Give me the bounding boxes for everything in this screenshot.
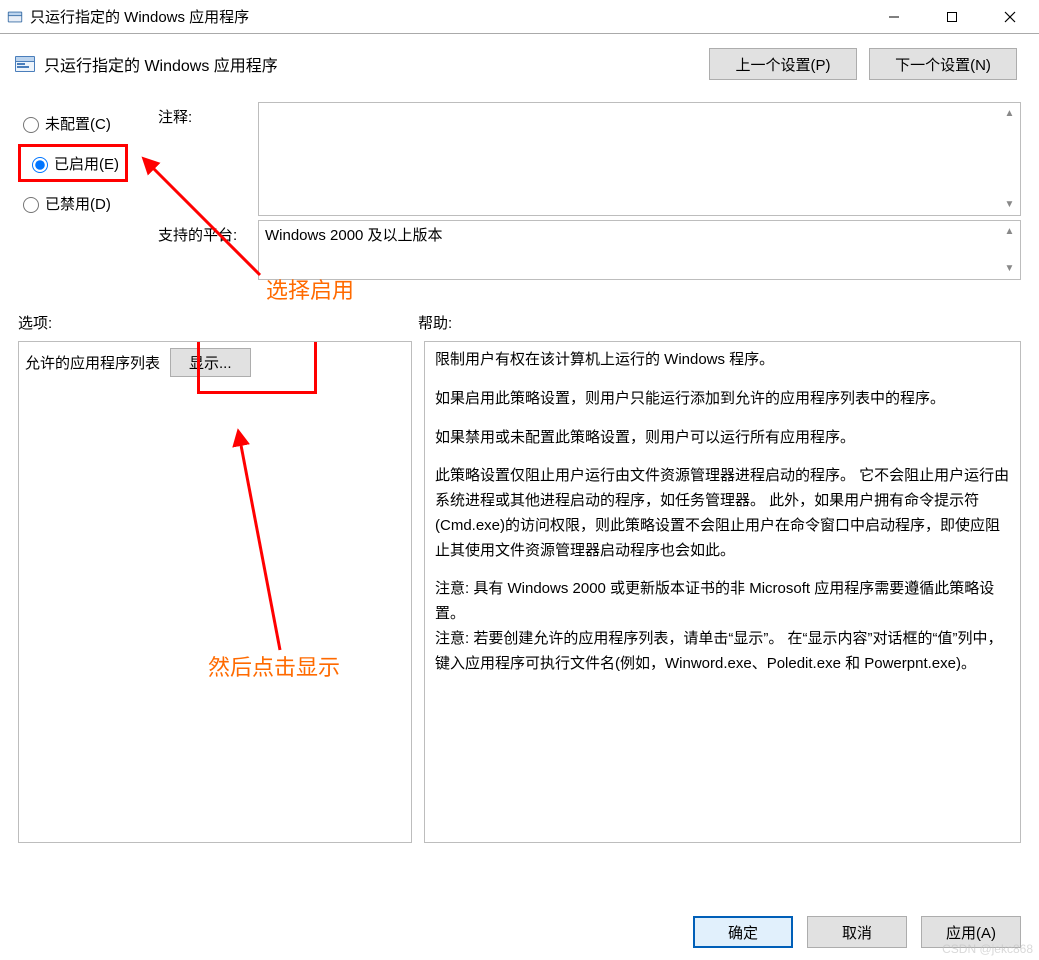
next-setting-button[interactable]: 下一个设置(N)	[869, 48, 1017, 80]
maximize-button[interactable]	[923, 0, 981, 34]
radio-disabled-input[interactable]	[23, 197, 39, 213]
help-paragraph: 如果禁用或未配置此策略设置，则用户可以运行所有应用程序。	[435, 426, 1010, 451]
comment-textarea[interactable]: ▲ ▼	[258, 102, 1021, 216]
help-paragraph: 注意: 具有 Windows 2000 或更新版本证书的非 Microsoft …	[435, 577, 1010, 627]
state-radio-group: 未配置(C) 已启用(E) 已禁用(D)	[18, 102, 128, 224]
section-labels: 选项: 帮助:	[0, 298, 1039, 337]
platform-value: Windows 2000 及以上版本	[259, 221, 1020, 250]
radio-disabled-label: 已禁用(D)	[45, 193, 111, 214]
close-button[interactable]	[981, 0, 1039, 34]
window-title: 只运行指定的 Windows 应用程序	[30, 6, 249, 27]
show-button[interactable]: 显示...	[170, 348, 251, 377]
help-section-label: 帮助:	[418, 312, 1021, 333]
allowed-apps-label: 允许的应用程序列表	[25, 352, 160, 373]
header-row: 只运行指定的 Windows 应用程序 上一个设置(P) 下一个设置(N)	[0, 34, 1039, 88]
chevron-down-icon[interactable]: ▼	[1001, 260, 1018, 277]
help-paragraph: 限制用户有权在该计算机上运行的 Windows 程序。	[435, 348, 1010, 373]
radio-disabled[interactable]: 已禁用(D)	[18, 182, 128, 224]
help-paragraph: 此策略设置仅阻止用户运行由文件资源管理器进程启动的程序。 它不会阻止用户运行由系…	[435, 464, 1010, 563]
lower-split: 允许的应用程序列表 显示... 限制用户有权在该计算机上运行的 Windows …	[0, 337, 1039, 843]
radio-enabled-label: 已启用(E)	[54, 153, 119, 174]
radio-not-configured-label: 未配置(C)	[45, 113, 111, 134]
policy-icon	[14, 53, 36, 75]
chevron-up-icon[interactable]: ▲	[1001, 223, 1018, 240]
comment-value	[259, 103, 1020, 111]
allowed-apps-row: 允许的应用程序列表 显示...	[25, 348, 251, 377]
platform-textarea: Windows 2000 及以上版本 ▲ ▼	[258, 220, 1021, 280]
policy-title: 只运行指定的 Windows 应用程序	[44, 52, 278, 76]
maximize-icon	[946, 11, 958, 23]
close-icon	[1004, 11, 1016, 23]
window-controls	[865, 0, 1039, 34]
minimize-button[interactable]	[865, 0, 923, 34]
chevron-down-icon[interactable]: ▼	[1001, 196, 1018, 213]
radio-enabled-input[interactable]	[32, 157, 48, 173]
title-bar: 只运行指定的 Windows 应用程序	[0, 0, 1039, 34]
radio-not-configured-input[interactable]	[23, 117, 39, 133]
cancel-button[interactable]: 取消	[807, 916, 907, 948]
ok-button[interactable]: 确定	[693, 916, 793, 948]
radio-enabled[interactable]: 已启用(E)	[18, 144, 128, 182]
apply-button[interactable]: 应用(A)	[921, 916, 1021, 948]
config-area: 未配置(C) 已启用(E) 已禁用(D) 注释: ▲ ▼ 支持的平台: Wind…	[0, 88, 1039, 298]
dialog-buttons: 确定 取消 应用(A)	[693, 916, 1021, 948]
help-paragraph: 注意: 若要创建允许的应用程序列表，请单击“显示”。 在“显示内容”对话框的“值…	[435, 627, 1010, 677]
chevron-up-icon[interactable]: ▲	[1001, 105, 1018, 122]
minimize-icon	[888, 11, 900, 23]
comment-label: 注释:	[158, 102, 258, 216]
help-paragraph: 如果启用此策略设置，则用户只能运行添加到允许的应用程序列表中的程序。	[435, 387, 1010, 412]
options-panel: 允许的应用程序列表 显示...	[18, 341, 412, 843]
prev-setting-button[interactable]: 上一个设置(P)	[709, 48, 857, 80]
app-icon	[6, 8, 24, 26]
platform-label: 支持的平台:	[158, 220, 258, 280]
help-panel: 限制用户有权在该计算机上运行的 Windows 程序。 如果启用此策略设置，则用…	[424, 341, 1021, 843]
options-section-label: 选项:	[18, 312, 418, 333]
radio-not-configured[interactable]: 未配置(C)	[18, 102, 128, 144]
